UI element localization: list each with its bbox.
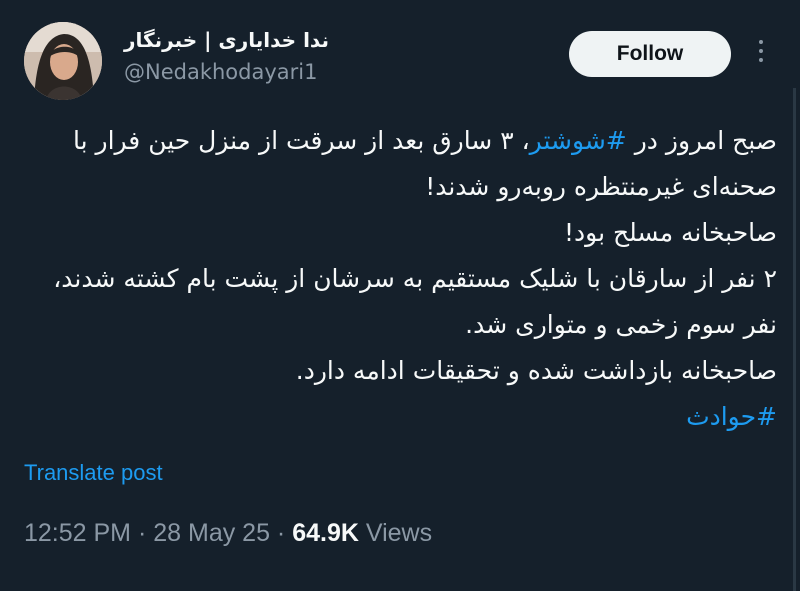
views-label: Views — [358, 519, 433, 547]
views-count[interactable]: 64.9K — [292, 519, 359, 547]
hashtag-link[interactable]: #شوشتر — [530, 126, 627, 155]
tweet-paragraph: ۲ نفر از سارقان با شلیک مستقیم به سرشان … — [53, 264, 777, 339]
tweet-date[interactable]: 28 May 25 — [153, 519, 270, 547]
hashtag-link[interactable]: #حوادث — [686, 402, 777, 431]
tweet-paragraph: صاحبخانه بازداشت شده و تحقیقات ادامه دار… — [295, 356, 777, 385]
author-handle[interactable]: @Nedakhodayari1 — [124, 60, 317, 84]
meta-separator: · — [131, 519, 154, 547]
tweet-paragraph: #حوادث — [22, 394, 777, 440]
meta-separator: · — [269, 519, 293, 547]
translate-post-link[interactable]: Translate post — [24, 460, 163, 486]
more-dot — [759, 58, 763, 62]
tweet-text-segment: صبح امروز در — [626, 126, 777, 155]
avatar[interactable] — [24, 22, 102, 100]
tweet-text: صبح امروز در #شوشتر، ۳ سارق بعد از سرقت … — [22, 118, 777, 440]
tweet-meta: 12:52 PM · 28 May 25 · 64.9K Views — [24, 519, 432, 548]
more-dot — [759, 49, 763, 53]
more-dot — [759, 40, 763, 44]
author-display-name[interactable]: ندا خدایاری | خبرنگار — [124, 28, 329, 52]
tweet-paragraph: صاحبخانه مسلح بود! — [564, 218, 777, 247]
follow-button[interactable]: Follow — [569, 31, 731, 77]
tweet-paragraph: صبح امروز در #شوشتر، ۳ سارق بعد از سرقت … — [22, 118, 777, 210]
scrollbar-track[interactable] — [793, 88, 796, 591]
profile-photo — [24, 22, 102, 100]
tweet-time[interactable]: 12:52 PM — [24, 519, 131, 547]
more-dots-icon[interactable] — [754, 40, 768, 68]
